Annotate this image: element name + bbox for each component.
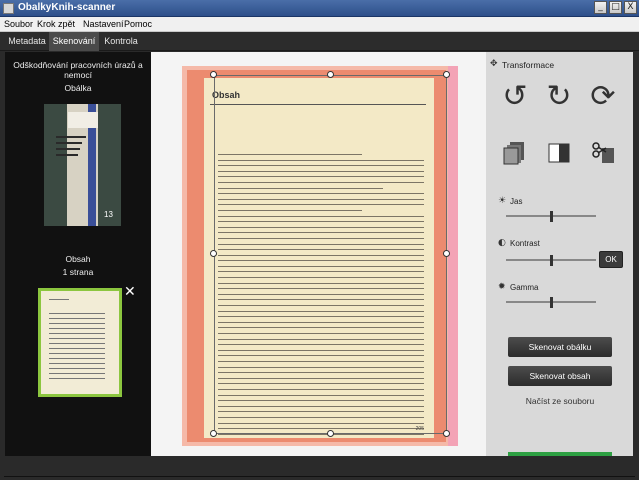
refresh-icon[interactable]: ⟳ [588,82,618,112]
multi-page-icon[interactable] [502,140,528,166]
thumb-line [49,313,105,314]
contrast-label: Kontrast [510,239,540,248]
tab-kontrola[interactable]: Kontrola [101,32,141,51]
thumb-line [49,338,105,339]
crop-handle-top-left[interactable] [210,71,217,78]
transform-label: Transformace [502,60,555,70]
status-divider [4,476,635,477]
scan-toc-button[interactable]: Skenovat obsah [508,366,612,386]
maximize-button[interactable]: □ [609,1,622,14]
cover-text-line [56,154,78,156]
gamma-label: Gamma [510,283,539,292]
tab-skenovani[interactable]: Skenování [49,32,99,51]
scissors-icon[interactable] [590,140,616,166]
tab-bar: Metadata Skenování Kontrola [0,32,639,51]
thumb-line [49,363,105,364]
menu-nastaveni[interactable]: Nastavení [83,19,124,29]
transform-icon: ✥ [490,59,498,69]
cover-text-line [56,148,80,150]
rotate-left-icon[interactable]: ↺ [500,82,530,112]
thumb-line [49,333,105,334]
split-page-icon[interactable] [546,140,572,166]
gamma-slider-knob[interactable] [550,297,553,308]
menu-bar: Soubor Krok zpět Nastavení Pomoc [0,17,639,32]
left-panel: Odškodňování pracovních úrazů a nemocí O… [5,52,151,456]
cover-number: 13 [104,210,113,219]
app-icon [3,3,14,14]
load-from-file-link[interactable]: Načíst ze souboru [508,396,612,406]
close-button[interactable]: X [624,1,637,14]
crop-handle-bottom[interactable] [327,430,334,437]
contrast-slider-knob[interactable] [550,255,553,266]
crop-frame[interactable] [214,75,447,434]
thumb-line [49,328,105,329]
thumb-line [49,373,105,374]
cover-text-line [56,136,86,138]
toc-page-count: 1 strana [62,267,94,277]
menu-pomoc[interactable]: Pomoc [124,19,152,29]
toc-label: Obsah [65,254,91,264]
thumb-line [49,318,105,319]
crop-handle-right[interactable] [443,250,450,257]
cover-thumbnail[interactable]: 13 [44,104,121,226]
book-title: Odškodňování pracovních úrazů a nemocí [13,60,143,80]
scan-preview-area: Obsah 205 [151,52,486,456]
thumb-line [49,348,105,349]
cover-label-box [68,112,98,128]
right-panel: ✥ Transformace ↺ ↻ ⟳ ☀ Jas ◐ Kontrast OK [486,52,633,456]
cover-text-line [56,142,82,144]
brightness-slider-knob[interactable] [550,211,553,222]
crop-handle-top-right[interactable] [443,71,450,78]
thumb-line [49,378,105,379]
ok-button[interactable]: OK [599,251,623,268]
brightness-icon: ☀ [498,196,507,206]
crop-handle-bottom-right[interactable] [443,430,450,437]
scan-edge [448,66,458,446]
thumb-line [49,299,69,300]
menu-soubor[interactable]: Soubor [4,19,33,29]
app-window: ObalkyKnih-scanner _ □ X Soubor Krok zpě… [0,0,639,480]
thumb-line [49,353,105,354]
thumb-line [49,368,105,369]
rotate-right-icon[interactable]: ↻ [544,82,574,112]
crop-handle-top[interactable] [327,71,334,78]
thumb-line [49,343,105,344]
cover-label: Obálka [64,83,92,93]
scan-cover-button[interactable]: Skenovat obálku [508,337,612,357]
tab-metadata[interactable]: Metadata [6,32,48,51]
window-controls: _ □ X [594,1,637,14]
window-title: ObalkyKnih-scanner [18,2,116,13]
brightness-label: Jas [510,197,523,206]
crop-handle-left[interactable] [210,250,217,257]
minimize-button[interactable]: _ [594,1,607,14]
thumb-line [49,358,105,359]
thumb-line [49,323,105,324]
crop-handle-bottom-left[interactable] [210,430,217,437]
gamma-icon: ✹ [498,282,506,292]
title-bar: ObalkyKnih-scanner _ □ X [0,0,639,17]
toc-thumbnail[interactable] [38,288,122,397]
contrast-icon: ◐ [498,238,506,248]
close-icon[interactable]: ✕ [124,285,138,299]
menu-krok-zpet[interactable]: Krok zpět [37,19,75,29]
